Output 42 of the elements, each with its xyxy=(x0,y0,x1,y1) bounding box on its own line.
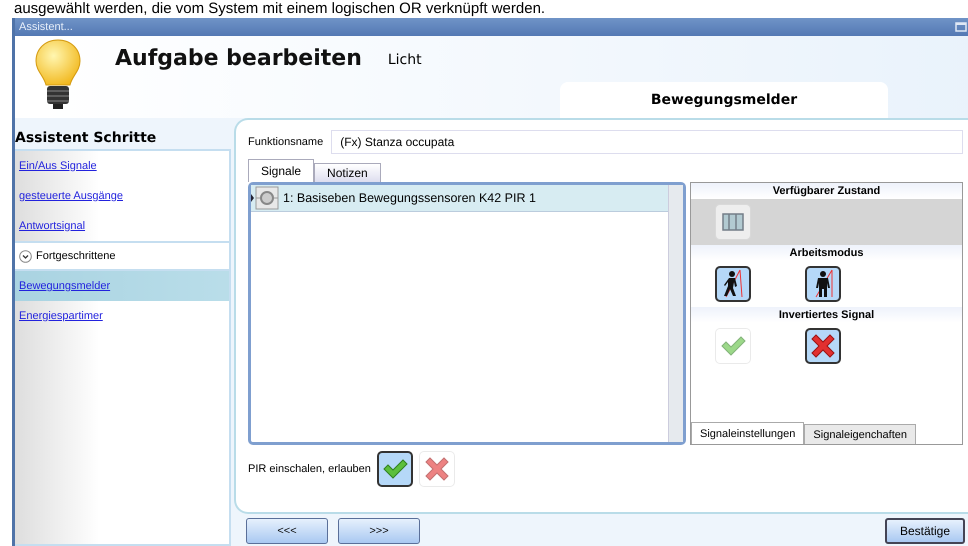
tab[interactable]: Signaleinstellungen xyxy=(691,422,804,444)
sidebar-link[interactable]: Bewegungsmelder xyxy=(15,271,229,301)
sensor-icon xyxy=(251,186,279,210)
section-title: Invertiertes Signal xyxy=(691,307,962,323)
sidebar-title: Assistent Schritte xyxy=(15,129,158,148)
window-title: Assistent... xyxy=(19,21,73,33)
door-panel-icon xyxy=(721,211,745,233)
section-title: Verfügbarer Zustand xyxy=(691,183,962,199)
sidebar-link[interactable]: gesteuerte Ausgänge xyxy=(15,181,229,211)
maximize-icon[interactable] xyxy=(955,22,967,32)
toggle-button[interactable] xyxy=(805,266,841,302)
tab[interactable]: Signaleigenchaften xyxy=(804,424,916,444)
sidebar-link[interactable]: Ein/Aus Signale xyxy=(15,151,229,181)
light-bulb-icon xyxy=(33,38,83,112)
page-title: Aufgabe bearbeiten xyxy=(115,46,362,73)
sidebar-link[interactable]: Energiespartimer xyxy=(15,301,229,331)
sidebar-group[interactable]: Fortgeschrittene xyxy=(15,241,229,271)
cross-icon xyxy=(811,334,835,358)
nav-button[interactable]: <<< xyxy=(246,518,328,544)
pir-label: PIR einschalen, erlauben xyxy=(248,463,371,475)
signal-row[interactable]: 1: Basiseben Bewegungssensoren K42 PIR 1 xyxy=(251,185,668,212)
document-caption: ausgewählt werden, die vom System mit einem logischen OR verknüpft werden. xyxy=(13,0,546,18)
page-tab[interactable]: Bewegungsmelder xyxy=(560,82,888,118)
section-title: Arbeitsmodus xyxy=(691,245,962,261)
toggle-button[interactable] xyxy=(805,328,841,364)
function-name-label: Funktionsname xyxy=(248,136,324,148)
function-name-field[interactable]: (Fx) Stanza occupata xyxy=(331,130,963,154)
check-icon xyxy=(382,458,408,480)
toggle-button[interactable] xyxy=(715,266,751,302)
check-icon xyxy=(720,335,746,357)
chevron-circle-icon[interactable] xyxy=(19,250,32,262)
tab[interactable]: Signale xyxy=(248,159,314,182)
tab[interactable]: Notizen xyxy=(314,163,381,182)
signal-label: 1: Basiseben Bewegungssensoren K42 PIR 1 xyxy=(283,191,536,205)
scrollbar[interactable] xyxy=(668,185,683,442)
group-label: Fortgeschrittene xyxy=(36,250,116,262)
nav-button[interactable]: >>> xyxy=(338,518,420,544)
toggle-button[interactable] xyxy=(376,451,413,487)
sidebar-link[interactable]: Antwortsignal xyxy=(15,211,229,241)
page-subtitle: Licht xyxy=(388,52,422,70)
cross-icon xyxy=(424,457,449,481)
confirm-button[interactable]: Bestätige xyxy=(885,518,965,544)
